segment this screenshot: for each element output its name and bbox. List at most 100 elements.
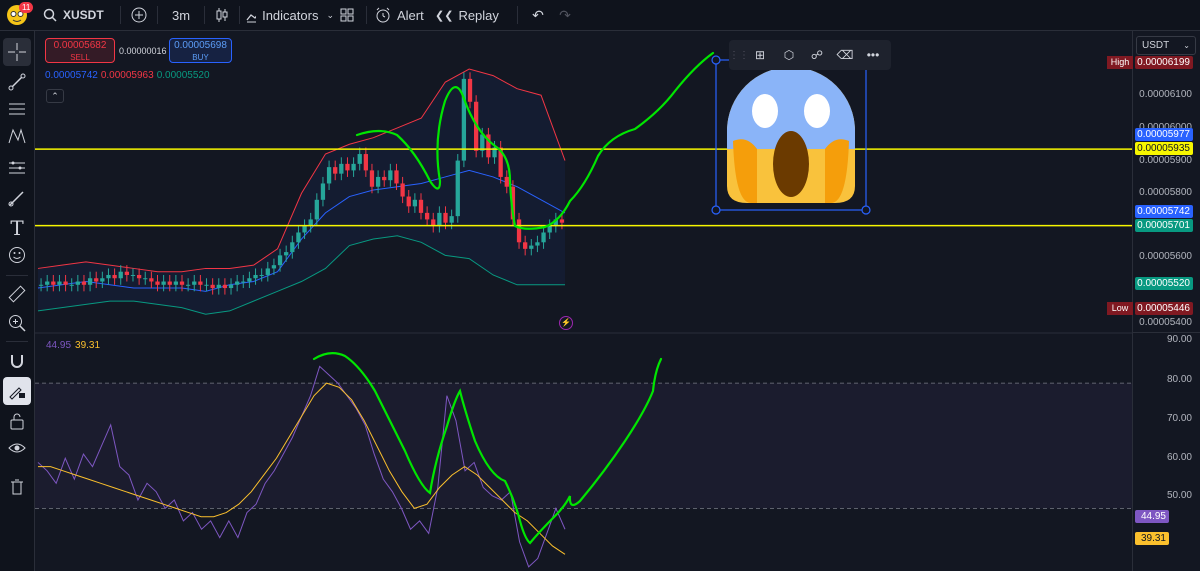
candle-body (271, 265, 277, 269)
candle-body (394, 170, 399, 184)
magnet-tool[interactable] (3, 348, 31, 376)
candle-body (149, 278, 154, 282)
candle-body (277, 255, 283, 266)
candle-body (406, 196, 411, 207)
candle-body (523, 242, 528, 249)
rsi-band-fill (35, 383, 1132, 509)
brush-icon (8, 191, 24, 207)
interval-label: 3m (171, 7, 191, 23)
lock-all-tool[interactable] (3, 407, 31, 435)
alarm-clock-icon (376, 7, 390, 23)
text-tool[interactable]: T (3, 214, 31, 242)
chevron-down-icon: ⌄ (326, 9, 334, 20)
lock-drawing-tool[interactable] (3, 377, 31, 405)
zoom-tool[interactable] (3, 309, 31, 337)
unlock-icon (10, 413, 24, 430)
selection-handle (861, 205, 871, 215)
trash-icon (11, 479, 23, 495)
candle-body (81, 281, 87, 285)
redo-button[interactable]: ↷ (552, 0, 578, 31)
indicators-icon (246, 14, 257, 23)
brush-tool[interactable] (3, 184, 31, 212)
rewind-icon: ❮❮ (435, 9, 454, 22)
layouts-button[interactable] (334, 0, 360, 31)
indicators-label: Indicators (262, 7, 319, 23)
pane-divider (1133, 332, 1200, 333)
alert-label: Alert (397, 7, 424, 23)
hide-drawings-tool[interactable] (3, 434, 31, 462)
compare-symbol-button[interactable] (127, 0, 151, 31)
bb-fill (38, 69, 565, 315)
eye-icon (8, 443, 26, 453)
candle-body (185, 284, 191, 286)
candle-body (516, 219, 522, 243)
trend-line-icon (8, 73, 26, 91)
candle-body (235, 281, 240, 285)
layout-grid-icon (340, 8, 354, 22)
object-tree-icon[interactable]: ⊞ (745, 48, 775, 62)
delete-icon[interactable]: ⌫ (831, 48, 859, 62)
ruler-tool[interactable] (3, 280, 31, 308)
plus-circle-icon (131, 7, 147, 23)
rsi-tick: 80.00 (1166, 374, 1192, 385)
divider (366, 6, 367, 24)
lightning-marker-icon[interactable]: ⚡ (559, 316, 573, 330)
fib-lines-icon (9, 103, 25, 115)
top-toolbar: 11 XUSDT 3m Indicators ⌄ Alert ❮❮ Replay… (0, 0, 1200, 31)
price-tick: 0.00006100 (1139, 89, 1192, 100)
candle-body (424, 212, 430, 220)
candle-body (143, 278, 148, 280)
drag-handle-icon[interactable]: ⋮⋮ (729, 50, 749, 61)
settings-hex-icon[interactable]: ⬡ (775, 48, 803, 62)
trend-line-tool[interactable] (3, 68, 31, 96)
candle-body (51, 281, 56, 285)
lock-icon[interactable]: ☍ (803, 48, 831, 62)
rsi-tick: 50.00 (1166, 490, 1192, 501)
divider (120, 6, 121, 24)
user-avatar[interactable]: 11 (0, 0, 34, 31)
alert-button[interactable]: Alert (373, 0, 429, 31)
candle-body (63, 281, 68, 285)
remove-drawings-tool[interactable] (3, 473, 31, 501)
search-icon (43, 8, 57, 22)
candle-body (75, 281, 80, 285)
more-options-icon[interactable]: ••• (859, 48, 887, 62)
fib-tool[interactable] (3, 95, 31, 123)
undo-button[interactable]: ↶ (524, 0, 552, 31)
divider (204, 6, 205, 24)
candles-icon (216, 8, 228, 22)
price-scale[interactable]: USDT⌄ High 0.00006199 0.00006100 0.00006… (1107, 31, 1200, 571)
symbol-search[interactable]: XUSDT (34, 0, 114, 31)
price-tick: 0.00005400 (1139, 317, 1192, 328)
candle-body (290, 242, 295, 253)
notification-badge: 11 (19, 1, 34, 13)
candle-body (118, 271, 123, 279)
pattern-tool[interactable] (3, 122, 31, 150)
candle-body (198, 281, 203, 285)
candle-body (112, 274, 117, 279)
candle-body (559, 219, 565, 223)
candle-body (369, 170, 375, 187)
upper-line-tag: 0.00005977 (1135, 128, 1193, 141)
measure-lines-icon (9, 161, 25, 174)
low-label: Low (1107, 302, 1133, 315)
emoji-tool[interactable] (3, 241, 31, 269)
interval-button[interactable]: 3m (164, 0, 198, 31)
candle-body (265, 268, 270, 275)
chart-area[interactable]: 0.00005682 SELL 0.00000016 0.00005698 BUY … (35, 31, 1132, 571)
eye-left (752, 94, 778, 128)
chart-type-button[interactable] (211, 0, 233, 31)
currency-selector[interactable]: USDT ⌄ (1136, 36, 1196, 55)
candle-body (204, 284, 209, 286)
candle-body (296, 232, 301, 243)
replay-button[interactable]: ❮❮ Replay (429, 0, 511, 31)
smiley-icon (9, 247, 25, 263)
crosshair-tool[interactable] (3, 38, 31, 66)
candle-body (173, 281, 179, 285)
candle-body (400, 183, 405, 197)
indicators-button[interactable]: Indicators ⌄ (246, 0, 334, 31)
candle-body (247, 278, 252, 282)
prediction-tool[interactable] (3, 154, 31, 182)
candle-body (228, 284, 234, 289)
redo-icon: ↷ (559, 6, 571, 23)
